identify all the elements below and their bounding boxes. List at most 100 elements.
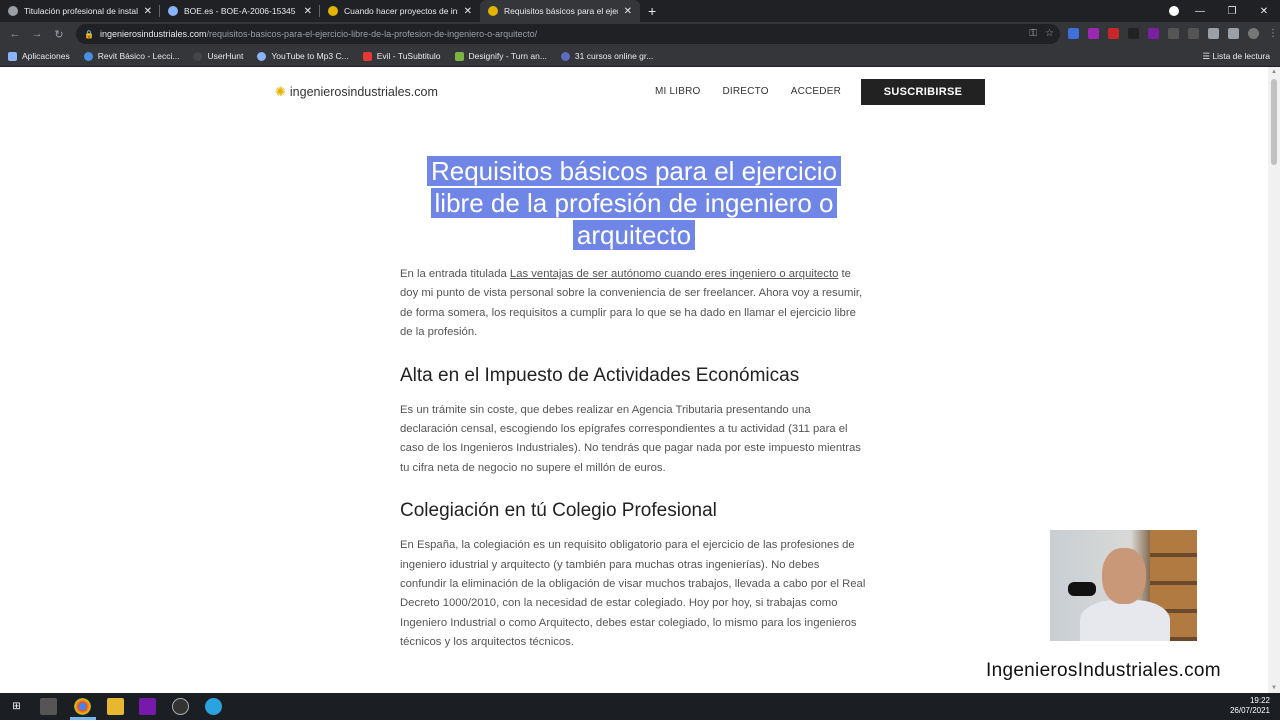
tusubtitulo-icon: [362, 51, 372, 61]
ventajas-autonomo-link[interactable]: Las ventajas de ser autónomo cuando eres…: [510, 268, 838, 280]
close-window-button[interactable]: ✕: [1248, 6, 1280, 17]
bookmark-userhunt[interactable]: UserHunt: [193, 51, 243, 61]
file-explorer-icon[interactable]: [107, 698, 124, 715]
reload-button[interactable]: ↻: [48, 28, 70, 41]
page-title: Requisitos básicos para el ejercicio lib…: [400, 155, 868, 251]
extension-icon[interactable]: [1068, 28, 1079, 39]
bookmark-cursos[interactable]: 31 cursos online gr...: [560, 51, 654, 61]
restore-button[interactable]: ❐: [1216, 6, 1248, 17]
apps-icon: [8, 51, 17, 61]
bookmark-youtube-mp3[interactable]: YouTube to Mp3 C...: [257, 51, 349, 61]
store-icon[interactable]: [40, 698, 57, 715]
nav-directo[interactable]: DIRECTO: [722, 86, 768, 97]
obs-icon[interactable]: [172, 698, 189, 715]
reading-list-label: Lista de lectura: [1212, 51, 1270, 61]
key-icon[interactable]: ⚿: [1029, 28, 1037, 39]
colegiacion-paragraph: En España, la colegiación es un requisit…: [400, 539, 866, 649]
tab-title: BOE.es - BOE-A-2006-15345 Rea: [184, 6, 298, 16]
browser-tab-1[interactable]: Titulación profesional de instalad ✕: [0, 0, 160, 22]
url-host: ingenierosindustriales.com: [99, 29, 207, 39]
minimize-button[interactable]: —: [1184, 6, 1216, 17]
reading-list-button[interactable]: ☰ Lista de lectura: [1202, 46, 1270, 67]
extension-icon[interactable]: [1128, 28, 1139, 39]
designify-icon: [454, 51, 464, 61]
tab-title: Requisitos básicos para el ejercic: [504, 6, 618, 16]
chrome-icon[interactable]: [74, 698, 91, 715]
globe-icon: [8, 6, 18, 16]
browser-tab-3[interactable]: Cuando hacer proyectos de insta ✕: [320, 0, 480, 22]
intro-paragraph: En la entrada titulada Las ventajas de s…: [400, 265, 868, 343]
web-page: ✺ ingenierosindustriales.com MI LIBRO DI…: [0, 67, 1268, 693]
close-icon[interactable]: ✕: [144, 6, 152, 17]
cursos-icon: [560, 51, 570, 61]
bookmark-label: Aplicaciones: [22, 51, 70, 61]
nav-acceder[interactable]: ACCEDER: [791, 86, 841, 97]
extensions-area: ⋮: [1068, 28, 1279, 39]
browser-tab-4-active[interactable]: Requisitos básicos para el ejercic ✕: [480, 0, 640, 22]
bookmark-label: Designify - Turn an...: [468, 51, 547, 61]
iae-paragraph: Es un trámite sin coste, que debes reali…: [400, 403, 861, 474]
bookmark-tusubtitulo[interactable]: Evil - TuSubtitulo: [362, 51, 441, 61]
telegram-icon[interactable]: [205, 698, 222, 715]
back-button[interactable]: ←: [4, 28, 26, 40]
tab-title: Cuando hacer proyectos de insta: [344, 6, 458, 16]
media-icon[interactable]: [1228, 28, 1239, 39]
bookmark-designify[interactable]: Designify - Turn an...: [454, 51, 547, 61]
scroll-down-icon[interactable]: ▼: [1268, 685, 1280, 691]
close-icon[interactable]: ✕: [304, 6, 312, 17]
presenter-body: [1080, 600, 1170, 641]
subscribe-button[interactable]: SUSCRIBIRSE: [861, 79, 985, 105]
clock-time: 19:22: [1249, 696, 1270, 705]
title-line: libre de la profesión de ingeniero o: [430, 188, 838, 218]
reading-list-icon: ☰: [1202, 51, 1213, 61]
sun-icon: [488, 6, 498, 16]
lock-icon[interactable]: 🔒: [84, 30, 94, 39]
close-icon[interactable]: ✕: [624, 6, 632, 17]
browser-tab-strip: Titulación profesional de instalad ✕ BOE…: [0, 0, 1280, 22]
bookmark-apps[interactable]: Aplicaciones: [8, 51, 70, 61]
onenote-icon[interactable]: [1148, 28, 1159, 39]
tab-search-icon[interactable]: [1169, 6, 1179, 16]
clock-date: 26/07/2021: [1229, 706, 1270, 715]
section-heading-colegiacion: Colegiación en tú Colegio Profesional: [400, 500, 717, 522]
onenote-icon[interactable]: [139, 698, 156, 715]
microphone-icon: [1068, 582, 1096, 596]
bookmarks-bar: Aplicaciones Revit Básico - Lecci... Use…: [0, 46, 1280, 67]
site-nav: MI LIBRO DIRECTO ACCEDER: [655, 86, 841, 97]
forward-button[interactable]: →: [26, 28, 48, 40]
site-logo-text: ingenierosindustriales.com: [289, 85, 438, 99]
site-logo[interactable]: ✺ ingenierosindustriales.com: [275, 84, 438, 100]
windows-start-icon[interactable]: ⊞: [8, 698, 25, 715]
address-bar[interactable]: 🔒 ingenierosindustriales.com/requisitos-…: [76, 24, 1060, 44]
bookmark-label: Evil - TuSubtitulo: [376, 51, 441, 61]
puzzle-icon[interactable]: [1208, 28, 1219, 39]
browser-tab-2[interactable]: BOE.es - BOE-A-2006-15345 Rea ✕: [160, 0, 320, 22]
sun-icon: ✺: [275, 84, 286, 99]
menu-icon[interactable]: ⋮: [1268, 28, 1279, 39]
page-scrollbar[interactable]: ▲ ▼: [1268, 67, 1280, 693]
webcam-overlay: [1050, 530, 1197, 641]
title-line: Requisitos básicos para el ejercicio: [426, 156, 842, 186]
circle-icon: [193, 51, 203, 61]
bookmark-label: 31 cursos online gr...: [574, 51, 654, 61]
extension-icon[interactable]: [1168, 28, 1179, 39]
extension-icon[interactable]: [1108, 28, 1119, 39]
star-icon[interactable]: ☆: [1045, 28, 1054, 39]
presenter-face: [1102, 548, 1146, 604]
brand-watermark: IngenierosIndustriales.com: [986, 660, 1221, 681]
nav-mi-libro[interactable]: MI LIBRO: [655, 86, 701, 97]
bookmark-label: UserHunt: [207, 51, 244, 61]
bookmark-revit[interactable]: Revit Básico - Lecci...: [83, 51, 179, 61]
scrollbar-thumb[interactable]: [1271, 79, 1277, 165]
new-tab-button[interactable]: +: [640, 0, 664, 22]
title-line: arquitecto: [572, 220, 696, 250]
extension-icon[interactable]: [1188, 28, 1199, 39]
extension-icon[interactable]: [1088, 28, 1099, 39]
avatar[interactable]: [1248, 28, 1259, 39]
browser-toolbar: ← → ↻ 🔒 ingenierosindustriales.com/requi…: [0, 22, 1280, 46]
close-icon[interactable]: ✕: [464, 6, 472, 17]
bookmark-label: YouTube to Mp3 C...: [271, 51, 349, 61]
scroll-up-icon[interactable]: ▲: [1268, 69, 1280, 75]
intro-text: En la entrada titulada: [400, 268, 510, 280]
system-clock[interactable]: 19:22 26/07/2021: [1230, 696, 1270, 716]
